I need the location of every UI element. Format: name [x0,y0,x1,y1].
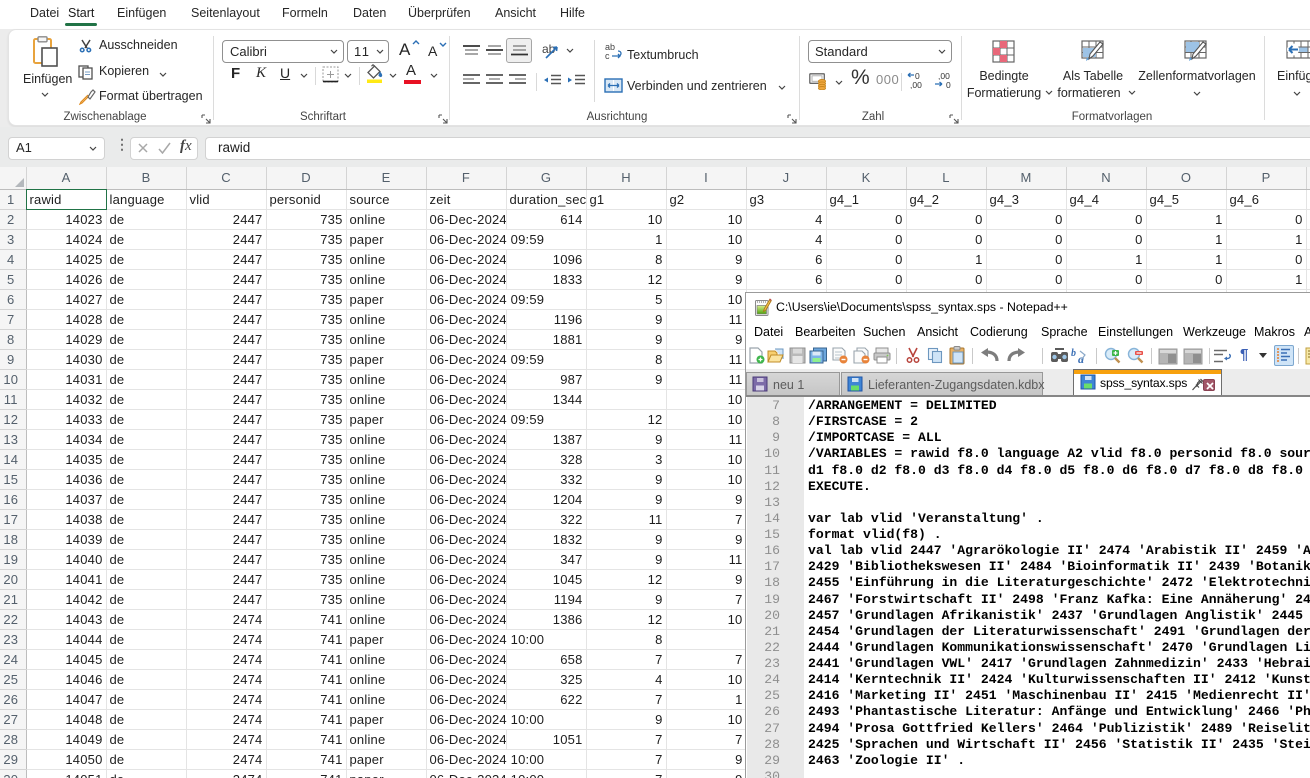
svg-text:,00: ,00 [910,80,922,90]
svg-text:0: 0 [946,80,951,90]
svg-text:c: c [605,51,610,61]
svg-text:ab: ab [542,42,556,56]
svg-text:b: b [1071,348,1076,359]
